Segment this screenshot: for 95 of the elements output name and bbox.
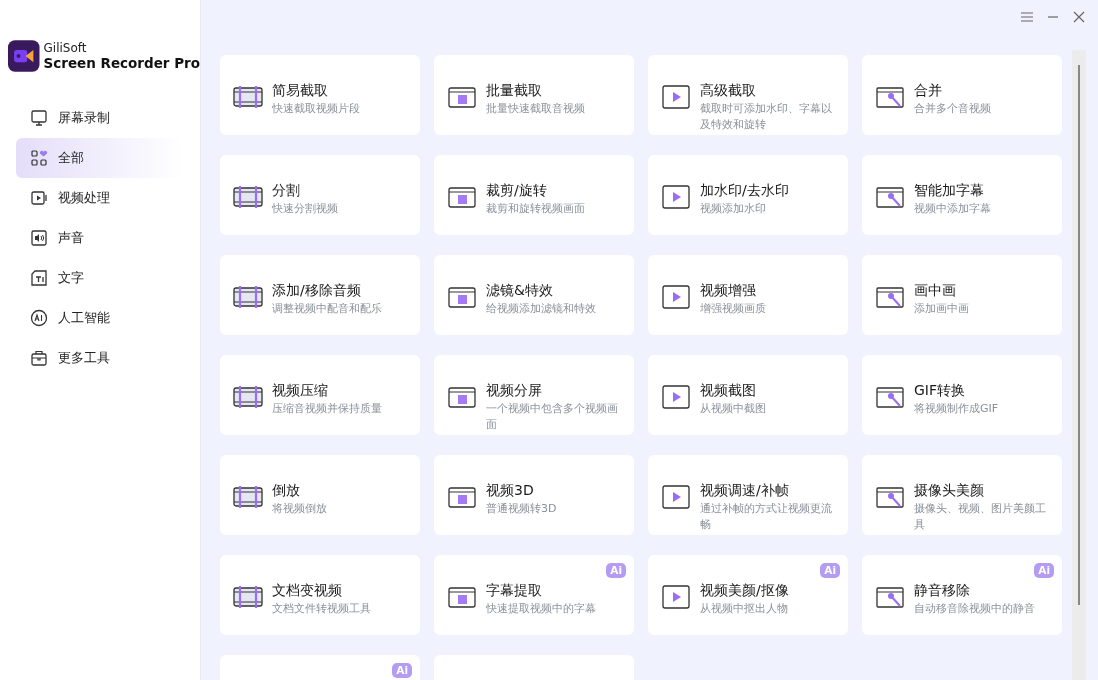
tool-title: 合并: [914, 81, 943, 99]
tool-title: 分割: [272, 181, 301, 199]
toolbox-icon: [30, 349, 48, 367]
tool-title: 添加/移除音频: [272, 281, 362, 299]
sidebar-item[interactable]: 屏幕录制: [16, 98, 184, 138]
tool-description: 摄像头、视频、图片美颜工具: [914, 501, 1047, 533]
tool-card[interactable]: 字幕提取 快速提取视频中的字幕 Ai: [434, 555, 634, 635]
tool-title: 简易截取: [272, 81, 329, 99]
tool-title: 批量截取: [486, 81, 543, 99]
tool-title: 字幕提取: [486, 581, 543, 599]
tool-card[interactable]: 滤镜&特效 给视频添加滤镜和特效: [434, 255, 634, 335]
tool-description: 普通视频转3D: [486, 501, 557, 517]
tool-description: 将视频倒放: [272, 501, 327, 517]
tool-title: GIF转换: [914, 381, 967, 399]
monitor-icon: [30, 109, 48, 127]
tool-card[interactable]: 分割 快速分割视频: [220, 155, 420, 235]
tool-description: 给视频添加滤镜和特效: [486, 301, 596, 317]
tool-card[interactable]: 文档变视频 文档文件转视频工具: [220, 555, 420, 635]
tool-title: 视频压缩: [272, 381, 329, 399]
tool-description: 快速分割视频: [272, 201, 338, 217]
menu-icon[interactable]: [1020, 10, 1034, 24]
tool-title: 视频增强: [700, 281, 757, 299]
tool-description: 视频添加水印: [700, 201, 767, 217]
tool-description: 文档文件转视频工具: [272, 601, 371, 617]
sidebar-item[interactable]: 文字: [16, 258, 184, 298]
tool-description: 压缩音视频并保持质量: [272, 401, 382, 417]
tool-card[interactable]: 批量截取 批量快速截取音视频: [434, 55, 634, 135]
product-name: Screen Recorder Pro: [43, 55, 200, 71]
sidebar-item[interactable]: 视频处理: [16, 178, 184, 218]
tool-title: 画中画: [914, 281, 957, 299]
tool-title: 高级截取: [700, 81, 757, 99]
brand-name: GiliSoft: [43, 41, 88, 55]
tool-card[interactable]: 裁剪/旋转 裁剪和旋转视频画面: [434, 155, 634, 235]
tool-card[interactable]: 添加/移除音频 调整视频中配音和配乐: [220, 255, 420, 335]
close-icon[interactable]: [1072, 10, 1086, 24]
sidebar-item[interactable]: 更多工具: [16, 338, 184, 378]
tool-title: 滤镜&特效: [486, 281, 554, 299]
ai-badge: Ai: [820, 563, 840, 578]
scrollbar-thumb[interactable]: [1078, 65, 1080, 605]
speaker-icon: [30, 229, 48, 247]
tool-description: 合并多个音视频: [914, 101, 991, 117]
tool-title: 裁剪/旋转: [486, 181, 548, 199]
tool-card[interactable]: 简易截取 快速截取视频片段: [220, 55, 420, 135]
tool-description: 快速截取视频片段: [272, 101, 360, 117]
tool-card[interactable]: 视频增强 增强视频画质: [648, 255, 848, 335]
tool-description: 通过补帧的方式让视频更流畅: [700, 501, 833, 533]
tool-title: 视频截图: [700, 381, 757, 399]
tool-title: 视频调速/补帧: [700, 481, 790, 499]
tool-description: 添加画中画: [914, 301, 969, 317]
tool-description: 从视频中截图: [700, 401, 766, 417]
tool-description: 从视频中抠出人物: [700, 601, 789, 617]
tool-description: 一个视频中包含多个视频画面: [486, 401, 619, 433]
ai-circle-icon: [30, 309, 48, 327]
tool-description: 将视频制作成GIF: [914, 401, 999, 417]
tool-title: 静音移除: [914, 581, 971, 599]
tool-description: 截取时可添加水印、字幕以及特效和旋转: [700, 101, 833, 133]
tool-card[interactable]: 智能加字幕 视频中添加字幕: [862, 155, 1062, 235]
ai-badge: Ai: [606, 563, 626, 578]
tool-description: 调整视频中配音和配乐: [272, 301, 382, 317]
tool-title: 文档变视频: [272, 581, 343, 599]
tool-card[interactable]: 视频截图 从视频中截图: [648, 355, 848, 435]
tool-description: 增强视频画质: [700, 301, 766, 317]
tool-card[interactable]: 合并 合并多个音视频: [862, 55, 1062, 135]
tool-title: 视频3D: [486, 481, 535, 499]
tool-card[interactable]: 视频调速/补帧 通过补帧的方式让视频更流畅: [648, 455, 848, 535]
tool-description: 视频中添加字幕: [914, 201, 991, 217]
tool-card[interactable]: 高级截取 截取时可添加水印、字幕以及特效和旋转: [648, 55, 848, 135]
tool-card[interactable]: 画中画 添加画中画: [862, 255, 1062, 335]
tool-description: 快速提取视频中的字幕: [486, 601, 596, 617]
tool-title: 倒放: [272, 481, 301, 499]
tool-description: 批量快速截取音视频: [486, 101, 585, 117]
tool-description: 裁剪和旋转视频画面: [486, 201, 585, 217]
ai-badge: Ai: [392, 663, 412, 678]
tool-card[interactable]: GIF转换 将视频制作成GIF: [862, 355, 1062, 435]
tool-card[interactable]: 倒放 将视频倒放: [220, 455, 420, 535]
tool-title: 加水印/去水印: [700, 181, 789, 199]
tool-description: 自动移音除视频中的静音: [914, 601, 1035, 617]
tool-card[interactable]: 加水印/去水印 视频添加水印: [648, 155, 848, 235]
tool-title: 摄像头美颜: [914, 481, 985, 499]
tool-card[interactable]: 静音移除 自动移音除视频中的静音 Ai: [862, 555, 1062, 635]
tool-title: 智能加字幕: [914, 181, 985, 199]
tool-card[interactable]: 视频压缩 压缩音视频并保持质量: [220, 355, 420, 435]
text-icon: [30, 269, 48, 287]
tool-card[interactable]: 视频3D 普通视频转3D: [434, 455, 634, 535]
tool-title: 视频分屏: [486, 381, 543, 399]
tool-card[interactable]: 视频分屏 一个视频中包含多个视频画面: [434, 355, 634, 435]
video-play-icon: [30, 189, 48, 207]
grid-heart-icon: [30, 149, 48, 167]
ai-badge: Ai: [1034, 563, 1054, 578]
sidebar-item[interactable]: 人工智能: [16, 298, 184, 338]
tool-title: 视频美颜/抠像: [700, 581, 789, 599]
app-logo-icon: [8, 38, 40, 74]
tool-card[interactable]: 摄像头美颜 摄像头、视频、图片美颜工具: [862, 455, 1062, 535]
tool-card[interactable]: 视频美颜/抠像 从视频中抠出人物 Ai: [648, 555, 848, 635]
sidebar-item[interactable]: 声音: [16, 218, 184, 258]
